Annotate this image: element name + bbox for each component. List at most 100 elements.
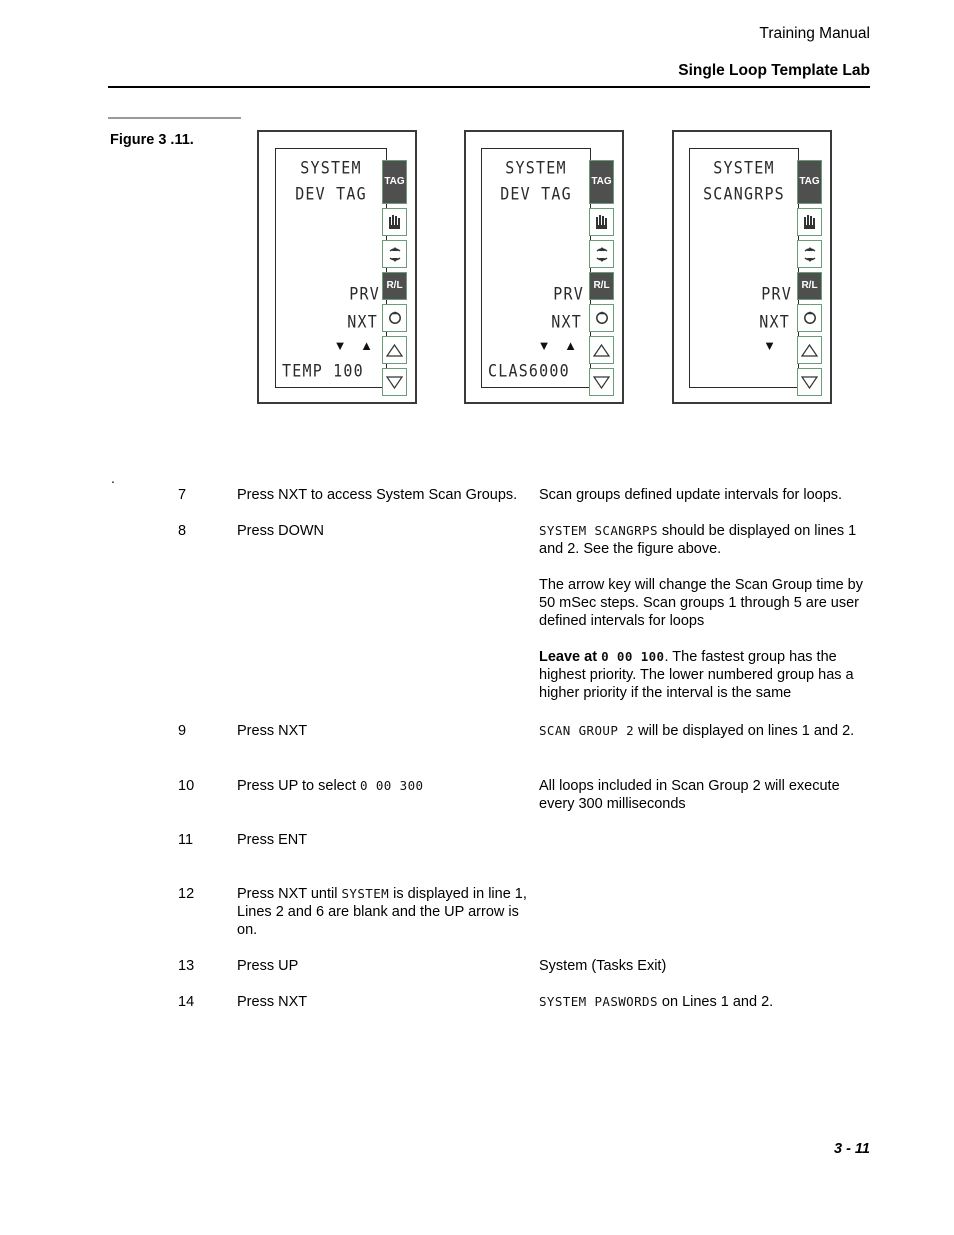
lcd-line-2: DEV TAG [295,183,367,205]
down-triangle-icon [386,375,403,390]
up-down-arrow-button[interactable] [589,240,614,268]
up-triangle-icon [386,343,403,358]
device-panel-1: SYSTEM DEV TAG PRV NXT ▼ ▲ TEMP 100 TAG … [257,130,417,404]
lcd-prv-label: PRV [553,283,584,305]
hand-icon [802,214,817,231]
lcd-prv-label: PRV [761,283,792,305]
down-triangle-icon [801,375,818,390]
circular-arrow-icon [387,310,403,326]
remote-local-button[interactable]: R/L [589,272,614,300]
circular-arrow-icon [594,310,610,326]
stray-mark: . [111,470,115,486]
remote-local-button[interactable]: R/L [382,272,407,300]
down-arrow-button[interactable] [382,368,407,396]
step-action: Press NXT [237,994,308,1010]
procedure-steps: 7 Press NXT to access System Scan Groups… [0,486,954,1029]
step-result: System (Tasks Exit) [539,958,667,974]
step-number: 11 [178,832,194,848]
lcd-bottom-line: TEMP 100 [282,360,364,382]
figure-divider [108,117,241,119]
button-column-2: TAG R/L [589,160,614,400]
step-result-tail: on Lines 1 and 2. [657,994,774,1010]
lcd-arrow-indicators: ▼ [763,338,776,353]
step-result-leave-at: Leave at 0 00 100. The fastest group has… [539,648,869,702]
step-action: Press NXT until SYSTEM is displayed in l… [237,885,527,939]
header-subtitle: Single Loop Template Lab [678,62,870,79]
up-down-arrow-button[interactable] [382,240,407,268]
up-down-arrow-button[interactable] [797,240,822,268]
down-triangle-icon [593,375,610,390]
lcd-inline-text: SCAN GROUP 2 [539,723,635,738]
lcd-inline-text: SYSTEM PASWORDS [539,994,658,1009]
lcd-screen-3: SYSTEM SCANGRPS PRV NXT ▼ [689,148,799,388]
step-action: Press NXT [237,723,308,739]
step-number: 8 [178,523,187,539]
rotate-button[interactable] [589,304,614,332]
step-row: 12 Press NXT until SYSTEM is displayed i… [0,885,954,957]
up-arrow-button[interactable] [797,336,822,364]
up-triangle-icon [593,343,610,358]
up-triangle-icon [801,343,818,358]
hand-button[interactable] [797,208,822,236]
rotate-button[interactable] [797,304,822,332]
lcd-inline-value: 0 00 100 [601,649,665,664]
step-result: Scan groups defined update intervals for… [539,487,843,503]
step-row: 14 Press NXT SYSTEM PASWORDS on Lines 1 … [0,993,954,1029]
step-result-note: The arrow key will change the Scan Group… [539,577,863,629]
rotate-button[interactable] [382,304,407,332]
up-down-arrow-icon [387,246,403,263]
remote-local-label: R/L [801,280,818,291]
remote-local-label: R/L [593,280,610,291]
down-arrow-button[interactable] [797,368,822,396]
lcd-arrow-indicators: ▼ ▲ [333,338,378,353]
step-action: Press DOWN [237,523,324,539]
lcd-line-2: DEV TAG [500,183,572,205]
remote-local-button[interactable]: R/L [797,272,822,300]
step-row: 7 Press NXT to access System Scan Groups… [0,486,954,522]
step-number: 9 [178,723,187,739]
step-action-pre: Press UP to select [237,778,361,794]
lcd-prv-label: PRV [349,283,380,305]
tag-button[interactable]: TAG [589,160,614,204]
step-action: Press UP to select 0 00 300 [237,777,527,795]
lcd-line-1: SYSTEM [713,157,775,179]
step-action: Press UP [237,958,299,974]
step-result: SCAN GROUP 2 will be displayed on lines … [539,722,869,740]
step-row: 10 Press UP to select 0 00 300 All loops… [0,777,954,831]
tag-label: TAG [384,176,405,187]
lcd-screen-2: SYSTEM DEV TAG PRV NXT ▼ ▲ CLAS6000 [481,148,591,388]
tag-label: TAG [799,176,820,187]
step-number: 14 [178,994,195,1010]
button-column-3: TAG R/L [797,160,822,400]
step-action-pre: Press NXT until [237,886,342,902]
up-down-arrow-icon [802,246,818,263]
lcd-nxt-label: NXT [759,311,790,333]
hand-icon [387,214,402,231]
step-result-tail: will be displayed on lines 1 and 2. [634,723,855,739]
step-action: Press NXT to access System Scan Groups. [237,487,518,503]
lcd-screen-1: SYSTEM DEV TAG PRV NXT ▼ ▲ TEMP 100 [275,148,387,388]
tag-label: TAG [591,176,612,187]
hand-button[interactable] [589,208,614,236]
lcd-inline-text: SYSTEM [341,886,390,901]
lcd-inline-value: 0 00 300 [360,778,424,793]
lcd-nxt-label: NXT [347,311,378,333]
hand-button[interactable] [382,208,407,236]
step-row: 11 Press ENT [0,831,954,885]
up-down-arrow-icon [594,246,610,263]
tag-button[interactable]: TAG [382,160,407,204]
up-arrow-button[interactable] [589,336,614,364]
step-action: Press ENT [237,832,308,848]
step-result: All loops included in Scan Group 2 will … [539,778,840,812]
step-number: 12 [178,886,195,902]
lcd-nxt-label: NXT [551,311,582,333]
step-row: 13 Press UP System (Tasks Exit) [0,957,954,993]
button-column-1: TAG R/L [382,160,407,400]
up-arrow-button[interactable] [382,336,407,364]
down-arrow-button[interactable] [589,368,614,396]
leave-at-label: Leave at [539,649,602,665]
step-number: 7 [178,487,187,503]
lcd-line-2: SCANGRPS [703,183,785,205]
step-result: SYSTEM SCANGRPS should be displayed on l… [539,522,869,558]
tag-button[interactable]: TAG [797,160,822,204]
